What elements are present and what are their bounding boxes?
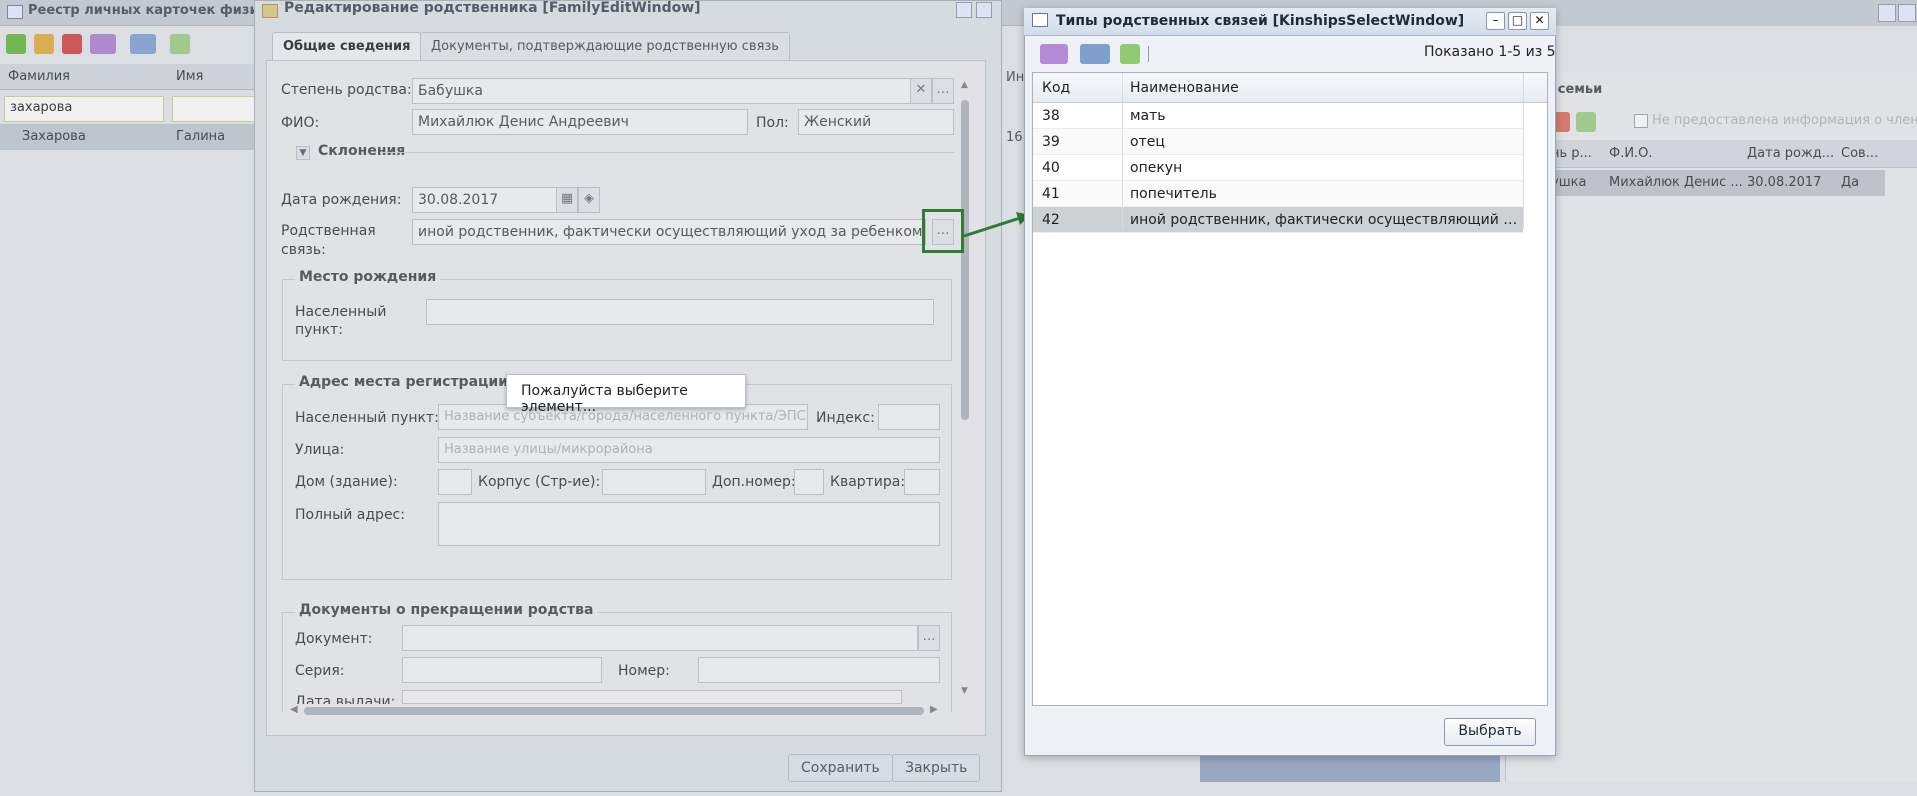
table-row[interactable]: 38 мать bbox=[1033, 103, 1523, 129]
column-separator bbox=[1523, 73, 1524, 229]
row-name: мать bbox=[1130, 108, 1166, 124]
row-name: отец bbox=[1130, 134, 1165, 150]
close-icon[interactable]: ✕ bbox=[1530, 12, 1549, 30]
row-code: 42 bbox=[1042, 212, 1060, 228]
column-code[interactable]: Код bbox=[1042, 80, 1070, 96]
row-code: 38 bbox=[1042, 108, 1060, 124]
annotation-arrow-icon bbox=[963, 212, 1030, 238]
row-code: 40 bbox=[1042, 160, 1060, 176]
refresh-icon[interactable] bbox=[1120, 44, 1140, 64]
print-menu-icon[interactable] bbox=[1080, 44, 1110, 64]
toolbar-separator bbox=[1148, 46, 1149, 62]
kinships-grid-header bbox=[1033, 73, 1547, 103]
minimize-icon[interactable]: – bbox=[1486, 12, 1505, 30]
kinships-window-title: Типы родственных связей [KinshipsSelectW… bbox=[1056, 13, 1465, 29]
settings-menu-icon[interactable] bbox=[1040, 44, 1068, 64]
highlight-box bbox=[922, 209, 964, 253]
select-element-tooltip: Пожалуйста выберите элемент... bbox=[506, 374, 746, 415]
table-row[interactable]: 39 отец bbox=[1033, 129, 1523, 155]
table-row[interactable]: 41 попечитель bbox=[1033, 181, 1523, 207]
window-icon bbox=[1032, 13, 1048, 27]
modal-mask bbox=[0, 0, 1917, 796]
paging-count: Показано 1-5 из 5 bbox=[1424, 44, 1556, 60]
row-name: иной родственник, фактически осуществляю… bbox=[1130, 212, 1518, 228]
select-button[interactable]: Выбрать bbox=[1444, 718, 1536, 746]
row-code: 41 bbox=[1042, 186, 1060, 202]
row-name: попечитель bbox=[1130, 186, 1217, 202]
column-name[interactable]: Наименование bbox=[1130, 80, 1239, 96]
table-row[interactable]: 42 иной родственник, фактически осуществл… bbox=[1033, 207, 1523, 233]
row-name: опекун bbox=[1130, 160, 1183, 176]
row-code: 39 bbox=[1042, 134, 1060, 150]
maximize-icon[interactable]: □ bbox=[1508, 12, 1527, 30]
column-separator bbox=[1122, 73, 1123, 229]
table-row[interactable]: 40 опекун bbox=[1033, 155, 1523, 181]
